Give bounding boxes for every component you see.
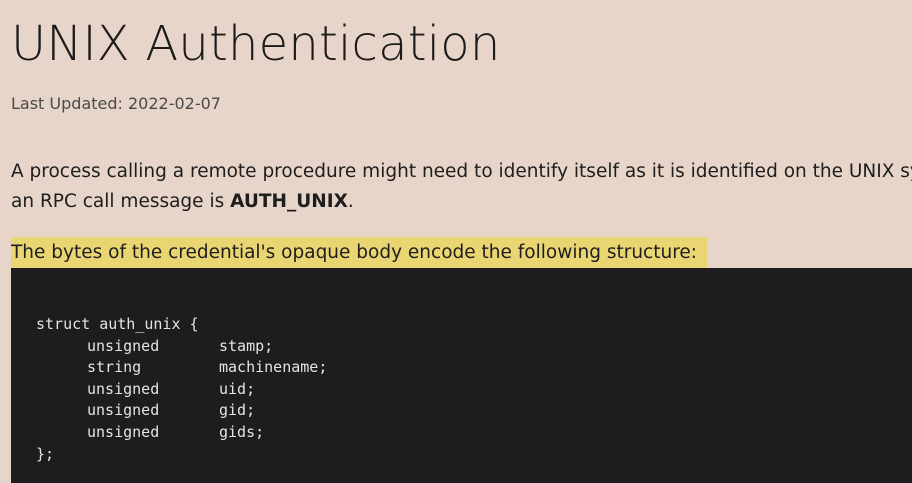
intro-line-1: A process calling a remote procedure mig…	[11, 161, 912, 182]
code-field-type: string	[87, 358, 142, 377]
code-field: unsigned gid;	[36, 400, 912, 422]
code-field-name: gid;	[219, 401, 256, 420]
intro-line-2: an RPC call message is AUTH_UNIX.	[11, 187, 912, 217]
code-field-type: unsigned	[87, 401, 160, 420]
intro-paragraph: A process calling a remote procedure mig…	[11, 157, 912, 217]
page-title: UNIX Authentication	[11, 16, 501, 72]
code-block: struct auth_unix { unsigned stamp; string ma…	[11, 268, 912, 483]
intro-line-2-suffix: .	[347, 191, 354, 212]
code-field-name: stamp;	[219, 336, 274, 355]
code-field-name: machinename;	[219, 358, 328, 377]
code-field: unsigned stamp;	[36, 336, 912, 358]
code-field-name: gids;	[219, 422, 265, 441]
code-field-type: unsigned	[87, 379, 160, 398]
code-field: unsigned gids;	[36, 422, 912, 444]
last-updated-date: Last Updated: 2022-02-07	[11, 94, 221, 113]
code-field-type: unsigned	[87, 422, 160, 441]
intro-line-2-prefix: an RPC call message is	[11, 191, 231, 212]
code-field-name: uid;	[219, 379, 256, 398]
code-field: unsigned uid;	[36, 379, 912, 401]
auth-unix-keyword: AUTH_UNIX	[230, 191, 348, 212]
code-struct-close: };	[36, 444, 55, 463]
code-struct-open: struct auth_unix {	[36, 315, 199, 333]
code-field-type: unsigned	[87, 336, 160, 355]
highlighted-sentence: The bytes of the credential's opaque bod…	[11, 237, 708, 268]
code-field: string machinename;	[36, 357, 912, 379]
